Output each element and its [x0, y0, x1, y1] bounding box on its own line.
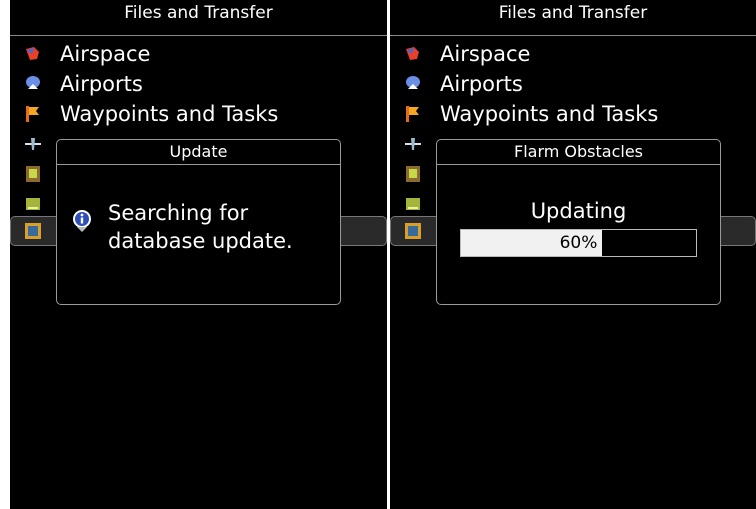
menu-item-waypoints-and-tasks[interactable]: Waypoints and Tasks [10, 99, 387, 129]
database-update-icon [402, 220, 424, 242]
menu-item-label: Waypoints and Tasks [60, 102, 279, 126]
menu-item-airspace[interactable]: Airspace [10, 39, 387, 69]
sd-card-icon [402, 193, 424, 215]
airport-icon [22, 73, 44, 95]
dialog-message: Searching for database update. [108, 201, 293, 253]
flarm-obstacles-dialog: Flarm Obstacles Updating 60% [436, 139, 721, 305]
menu-item-label: Airspace [440, 42, 531, 66]
waypoint-flag-icon [22, 103, 44, 125]
progress-label: 60% [559, 233, 598, 253]
dialog-title: Update [57, 140, 340, 165]
glider-icon [402, 133, 424, 155]
airspace-icon [402, 43, 424, 65]
airport-icon [402, 73, 424, 95]
menu-item-airports[interactable]: Airports [10, 69, 387, 99]
menu-item-waypoints-and-tasks[interactable]: Waypoints and Tasks [390, 99, 756, 129]
info-icon [71, 209, 93, 237]
glider-icon [22, 133, 44, 155]
airspace-icon [22, 43, 44, 65]
screen-title: Files and Transfer [390, 0, 756, 36]
sd-card-icon [22, 193, 44, 215]
update-dialog: Update Searching for database update. [56, 139, 341, 305]
menu-item-label: Airports [60, 72, 143, 96]
database-update-icon [22, 220, 44, 242]
waypoint-flag-icon [402, 103, 424, 125]
progress-bar: 60% [460, 229, 697, 257]
menu-item-label: Airports [440, 72, 523, 96]
logbook-icon [402, 163, 424, 185]
screen-title: Files and Transfer [10, 0, 387, 36]
dialog-title: Flarm Obstacles [437, 140, 720, 165]
logbook-icon [22, 163, 44, 185]
menu-item-airspace[interactable]: Airspace [390, 39, 756, 69]
menu-item-label: Airspace [60, 42, 151, 66]
left-screen: Files and Transfer Airspace Airports Way… [10, 0, 387, 509]
menu-item-airports[interactable]: Airports [390, 69, 756, 99]
status-text: Updating [530, 199, 627, 223]
menu-item-label: Waypoints and Tasks [440, 102, 659, 126]
right-screen: Files and Transfer Airspace Airports Way… [390, 0, 756, 509]
